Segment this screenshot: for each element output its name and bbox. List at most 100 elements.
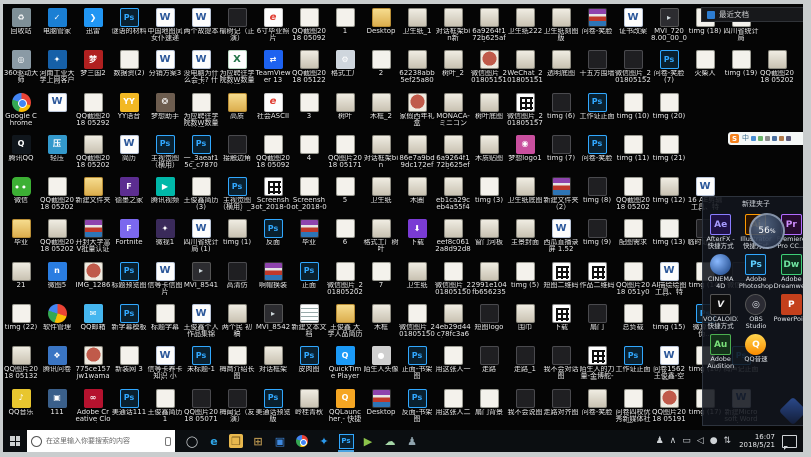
desktop-icon[interactable]: 火柴人 — [687, 48, 723, 77]
desktop-icon[interactable]: Ps一_3aeaf15c_c78700c8... — [183, 133, 219, 169]
desktop-icon[interactable]: QQ截图2018 0509222705 — [291, 6, 327, 42]
desktop-icon[interactable]: timg (22) — [3, 302, 39, 331]
desktop-icon[interactable]: Google Chrome — [3, 91, 39, 127]
desktop-icon[interactable]: 数据资(2) — [111, 48, 147, 77]
desktop-icon[interactable]: 卫生纸 — [363, 175, 399, 204]
sogou-input-toolbar[interactable]: S 中 — [728, 132, 803, 145]
desktop-icon[interactable]: 梅闻记（友演） — [219, 387, 255, 423]
desktop-icon[interactable]: F德墨之家 — [111, 175, 147, 204]
desktop-icon[interactable]: ▣111 — [39, 387, 75, 416]
desktop-icon[interactable]: 775ce157jw1wama09kjz... — [75, 344, 111, 380]
desktop-icon[interactable]: WAI描绘绘图工具、特效... — [651, 260, 687, 296]
desktop-icon[interactable]: 卫生纸_1 — [399, 6, 435, 35]
desktop-icon[interactable]: W — [39, 91, 75, 113]
desktop-icon[interactable]: Ps正面 — [291, 260, 327, 289]
desktop-icon[interactable]: QQ截图2018 0520224702 — [39, 217, 75, 253]
display-tray-icon[interactable]: ▭ — [682, 430, 691, 452]
acceleration-ball[interactable]: 56% — [749, 213, 785, 249]
desktop-icon[interactable]: 标题字幕 — [147, 302, 183, 331]
desktop-icon[interactable]: Ps反面-书架图 — [399, 387, 435, 423]
taskbar-cloud-app-icon[interactable]: ☁ — [379, 430, 401, 452]
desktop-icon[interactable]: timg (8) — [579, 175, 615, 204]
desktop-icon[interactable]: 7 — [363, 260, 399, 289]
desktop-icon[interactable]: 围巾 — [507, 302, 543, 331]
desktop-icon[interactable]: Ps谜语的材料 — [111, 6, 147, 35]
desktop-icon[interactable]: Q腾讯QQ — [3, 133, 39, 162]
desktop-icon[interactable]: 木框 — [363, 302, 399, 331]
desktop-icon[interactable]: 卫生纸刻图版 — [543, 6, 579, 42]
desktop-icon[interactable]: 配图需求 — [615, 217, 651, 246]
desktop-icon[interactable]: W西瓜直播录屏 1.52 — [543, 217, 579, 253]
desktop-icon[interactable]: 透明底图 — [543, 48, 579, 77]
desktop-icon[interactable]: W简历 — [111, 133, 147, 162]
search-mic-icon[interactable] — [165, 437, 171, 446]
sogou-mic-icon[interactable] — [765, 136, 770, 141]
desktop-icon[interactable]: 微信图片_20180515102... — [471, 48, 507, 84]
desktop-icon[interactable]: 卫生纸 — [399, 260, 435, 289]
desktop-icon[interactable]: 6 — [327, 217, 363, 246]
desktop-icon[interactable]: Ps美通话预览版 — [255, 387, 291, 423]
desktop-icon[interactable]: 压轻压 — [39, 133, 75, 162]
desktop-icon[interactable]: W没电脑为什么会卡? 什么时... — [183, 48, 219, 84]
sogou-skin-icon[interactable] — [779, 136, 784, 141]
desktop-icon[interactable]: ⚙格式工厂 — [327, 48, 363, 77]
desktop-icon[interactable]: ♻回收站 — [3, 6, 39, 35]
desktop-icon[interactable]: 卫生纸底图 — [507, 175, 543, 204]
desktop-icon[interactable]: W证书改案 — [615, 6, 651, 35]
desktop-icon[interactable]: Ps新字幕模板 — [111, 302, 147, 331]
desktop-icon[interactable]: timg (15) — [651, 302, 687, 331]
desktop-icon[interactable]: QQ图片2018 0517182235 — [327, 133, 363, 169]
desktop-icon[interactable]: 高质 — [219, 91, 255, 120]
taskbar-microsoft-store-icon[interactable]: ⊞ — [247, 430, 269, 452]
desktop-icon[interactable]: 陌生人的力量-金博舵-区... — [579, 344, 615, 380]
desktop-icon[interactable]: timg (21) — [651, 133, 687, 162]
desktop-icon[interactable]: 木框_2 — [363, 91, 399, 120]
desktop-icon[interactable]: 树叶 — [327, 91, 363, 120]
desktop-icon[interactable]: ✉QQ邮箱 — [75, 302, 111, 331]
desktop-icon[interactable]: 微信图片_2018052022... — [327, 260, 363, 296]
desktop-icon[interactable]: 新装网 3 — [111, 344, 147, 373]
desktop-icon[interactable]: 梅商介绍长图 — [219, 344, 255, 380]
desktop-icon[interactable]: 两个民 初稿 — [219, 302, 255, 338]
desktop-icon[interactable]: timg (9) — [579, 217, 615, 246]
desktop-icon[interactable]: 微信图片_20180515752... — [507, 91, 543, 127]
desktop-icon[interactable]: 毕业 — [3, 217, 39, 246]
desktop-icon[interactable]: ∞Adobe Creative Cloud — [75, 387, 111, 423]
desktop-icon[interactable]: ⇄TeamViewer 13 — [255, 48, 291, 84]
desktop-icon[interactable]: Ps反面 — [255, 217, 291, 246]
sogou-toolbox-icon[interactable] — [786, 136, 791, 141]
desktop-icon[interactable]: ◎360驱动大师 — [3, 48, 39, 84]
person-tray-icon[interactable]: ♟ — [656, 430, 664, 452]
taskbar-photos-app-icon[interactable]: ▣ — [269, 430, 291, 452]
desktop-icon[interactable]: 我不会对话图 — [543, 344, 579, 380]
desktop-icon[interactable]: 软件管理 — [39, 302, 75, 331]
desktop-icon[interactable]: QQ截图2018 0509222746 — [255, 133, 291, 169]
desktop-icon[interactable]: 总负载 — [615, 302, 651, 331]
desktop-icon[interactable]: 62238abb5ef25a809158... — [399, 48, 435, 84]
desktop-icon[interactable]: QQuickTime Player — [327, 344, 363, 380]
desktop-icon[interactable]: Ps标题预览图 — [111, 260, 147, 289]
desktop-icon[interactable]: e6寸毕业照片 — [255, 6, 291, 42]
desktop-icon[interactable]: Desktop — [363, 387, 399, 416]
desktop-icon[interactable]: Ps问卷-笑脸 — [579, 133, 615, 162]
desktop-icon[interactable]: QQ截图2018 0529225317 — [75, 91, 111, 127]
sogou-keyboard-icon[interactable] — [772, 136, 777, 141]
desktop-icon[interactable]: 高清仿 — [219, 260, 255, 289]
action-center-icon[interactable] — [782, 435, 797, 448]
taskbar-messenger-app-icon[interactable]: ✦ — [313, 430, 335, 452]
desktop-icon[interactable]: 榆树记（正演） — [219, 6, 255, 42]
desktop-icon[interactable]: 微信图片_20180515095... — [399, 302, 435, 338]
desktop-icon[interactable]: eef8c0612a8d92d88914... — [435, 217, 471, 253]
desktop-icon[interactable]: W中国地图凤 女仆速递 — [147, 6, 183, 42]
desktop-icon[interactable]: WeChat_201805151116... — [507, 48, 543, 84]
desktop-icon[interactable]: Screenshot_2018-05-06... — [255, 175, 291, 211]
desktop-icon[interactable]: W四川省统计局 (1) — [183, 217, 219, 253]
desktop-icon[interactable]: ✓电脑管家 — [39, 6, 75, 35]
desktop-icon[interactable]: ♪QQ音乐 — [3, 387, 39, 416]
desktop-icon[interactable]: 窗门河板 — [471, 217, 507, 246]
desktop-icon[interactable]: 对话框架bin新 — [435, 6, 471, 42]
desktop-icon[interactable]: 用这张人二 — [435, 387, 471, 416]
desktop-icon[interactable]: timg (6) — [543, 91, 579, 120]
desktop-icon[interactable]: W两个故提本 — [183, 6, 219, 35]
desktop-icon[interactable]: timg (12) — [651, 175, 687, 204]
